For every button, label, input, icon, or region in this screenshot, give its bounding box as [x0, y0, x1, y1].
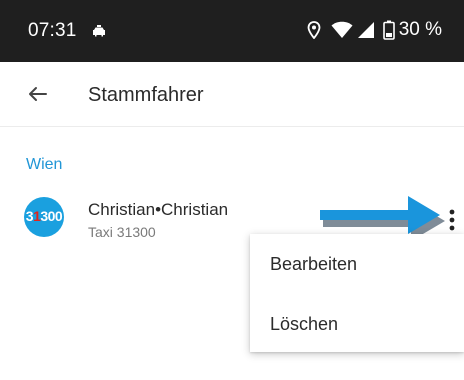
- menu-item-label: Löschen: [270, 314, 339, 334]
- section-header: Wien: [26, 156, 63, 173]
- more-vert-icon[interactable]: [446, 208, 458, 234]
- status-time: 07:31: [28, 20, 77, 41]
- avatar-logo: 31300: [25, 208, 63, 224]
- menu-item-label: Bearbeiten: [270, 254, 358, 274]
- context-menu: Bearbeiten Löschen: [250, 234, 464, 352]
- wifi-icon: [331, 21, 353, 38]
- battery-icon: [382, 20, 395, 40]
- menu-item-delete[interactable]: Löschen: [250, 294, 464, 352]
- page-title: Stammfahrer: [88, 84, 204, 106]
- status-bar: 07:31 30 %: [0, 0, 464, 62]
- battery-percent: 30 %: [398, 19, 442, 40]
- avatar: 31300: [24, 197, 64, 237]
- app-bar: Stammfahrer: [0, 62, 464, 127]
- menu-item-edit[interactable]: Bearbeiten: [250, 234, 464, 292]
- location-icon: [307, 21, 321, 39]
- status-icons: 30 %: [307, 19, 442, 41]
- driver-name: Christian•Christian: [88, 200, 229, 219]
- taxi-icon: [93, 25, 105, 37]
- driver-subtitle: Taxi 31300: [88, 224, 156, 240]
- back-arrow-icon[interactable]: [26, 82, 50, 106]
- signal-icon: [357, 22, 374, 38]
